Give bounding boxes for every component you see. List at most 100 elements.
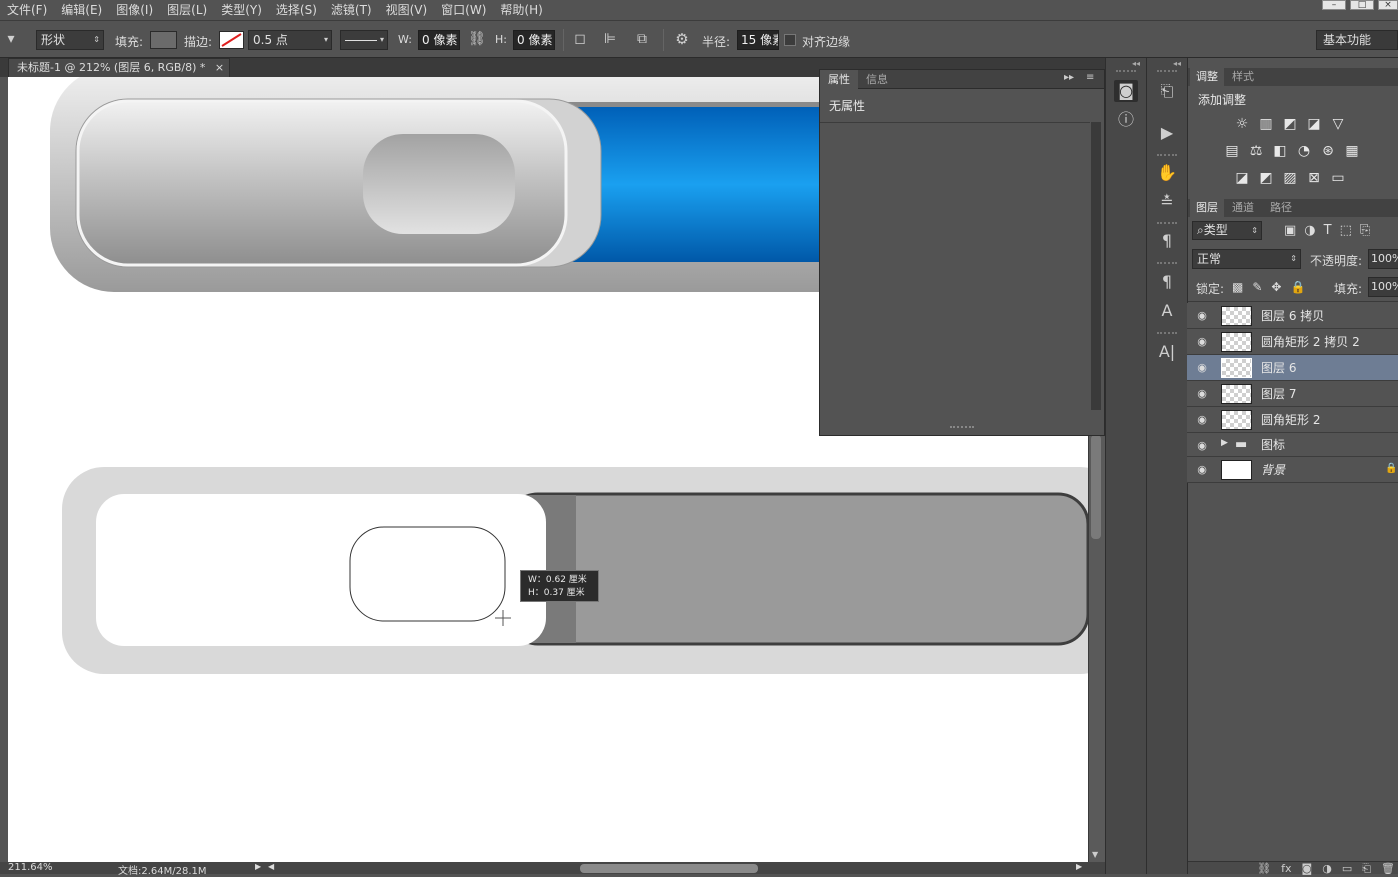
visibility-eye-icon[interactable]: ◉ [1195, 387, 1209, 401]
layer-row-selected[interactable]: ◉ 图层 6 [1187, 355, 1398, 381]
document-tab[interactable]: 未标题-1 @ 212% (图层 6, RGB/8) * × [8, 58, 230, 77]
pixel-filter-icon[interactable]: ▣ [1284, 223, 1296, 238]
layer-filter-select[interactable]: ⌕类型 ⇕ [1192, 221, 1262, 240]
width-input[interactable]: 0 像素 [418, 30, 460, 50]
close-window-button[interactable]: × [1378, 0, 1398, 10]
gradient-map-icon[interactable]: ▭ [1330, 170, 1346, 186]
zoom-level[interactable]: 211.64% [8, 862, 53, 873]
layer-style-icon[interactable]: fx [1281, 862, 1291, 875]
selective-color-icon[interactable]: ⊠ [1306, 170, 1322, 186]
layer-row-background[interactable]: ◉ 背景 🔒 [1187, 457, 1398, 483]
actions-play-icon[interactable]: ▶ [1155, 122, 1179, 144]
menu-image[interactable]: 图像(I) [109, 0, 160, 20]
resize-grip-icon[interactable] [950, 426, 974, 430]
lock-pixels-icon[interactable]: ✎ [1252, 280, 1262, 294]
stroke-type-select[interactable]: ▾ [340, 30, 388, 50]
visibility-eye-icon[interactable]: ◉ [1195, 413, 1209, 427]
fill-swatch[interactable] [150, 31, 177, 49]
new-adjustment-icon[interactable]: ◑ [1322, 862, 1332, 875]
channel-mixer-icon[interactable]: ⊛ [1320, 143, 1336, 159]
close-tab-icon[interactable]: × [215, 61, 224, 74]
posterize-icon[interactable]: ◩ [1258, 170, 1274, 186]
brush-presets-icon[interactable]: ✋ [1155, 162, 1179, 184]
properties-panel-icon[interactable]: ◙ [1114, 80, 1138, 102]
adjustment-filter-icon[interactable]: ◑ [1304, 223, 1315, 238]
new-layer-icon[interactable]: ⎗ [1362, 862, 1371, 875]
lock-all-icon[interactable]: 🔒 [1290, 280, 1305, 294]
black-white-icon[interactable]: ◧ [1272, 143, 1288, 159]
tab-channels[interactable]: 通道 [1226, 199, 1260, 217]
delete-layer-icon[interactable]: 🗑 [1381, 862, 1395, 875]
path-operations-icon[interactable]: ◻ [571, 31, 589, 47]
tab-properties[interactable]: 属性 [820, 70, 858, 89]
levels-icon[interactable]: ▥ [1258, 116, 1274, 132]
menu-edit[interactable]: 编辑(E) [54, 0, 109, 20]
height-input[interactable]: 0 像素 [513, 30, 555, 50]
vertical-scroll-thumb[interactable] [1091, 435, 1101, 539]
layer-row[interactable]: ◉ 圆角矩形 2 [1187, 407, 1398, 433]
gear-icon[interactable]: ⚙ [672, 30, 692, 48]
scroll-down-icon[interactable]: ▼ [1092, 850, 1098, 859]
menu-view[interactable]: 视图(V) [379, 0, 435, 20]
shape-filter-icon[interactable]: ⬚ [1340, 223, 1352, 238]
menu-select[interactable]: 选择(S) [269, 0, 324, 20]
opacity-input[interactable]: 100% [1368, 249, 1398, 269]
dock-grip-icon[interactable] [1157, 332, 1177, 336]
history-icon[interactable]: ⎗ [1155, 80, 1179, 102]
invert-icon[interactable]: ◪ [1234, 170, 1250, 186]
scroll-right-icon[interactable]: ▶ [1076, 862, 1082, 871]
color-lookup-icon[interactable]: ▦ [1344, 143, 1360, 159]
link-layers-icon[interactable]: ⛓ [1257, 862, 1271, 875]
smart-object-filter-icon[interactable]: ⎘ [1360, 223, 1370, 238]
link-icon[interactable]: ⛓ [467, 31, 487, 47]
collapse-dock-icon[interactable]: ◂◂ [1173, 59, 1181, 68]
expand-group-icon[interactable]: ▶ [1221, 438, 1228, 448]
blend-mode-select[interactable]: 正常 ⇕ [1192, 249, 1301, 269]
dock-grip-icon[interactable] [1157, 70, 1177, 74]
add-mask-icon[interactable]: ◙ [1302, 862, 1313, 875]
hue-saturation-icon[interactable]: ▤ [1224, 143, 1240, 159]
character-icon[interactable]: A| [1155, 341, 1179, 363]
photo-filter-icon[interactable]: ◔ [1296, 143, 1312, 159]
new-group-icon[interactable]: ▭ [1342, 862, 1352, 875]
properties-scrollbar[interactable] [1091, 122, 1101, 410]
dock-grip-icon[interactable] [1157, 154, 1177, 158]
tab-info[interactable]: 信息 [858, 70, 896, 89]
color-balance-icon[interactable]: ⚖ [1248, 143, 1264, 159]
visibility-eye-icon[interactable]: ◉ [1195, 439, 1209, 453]
maximize-button[interactable]: □ [1350, 0, 1374, 10]
stroke-width-field[interactable]: 0.5 点 ▾ [248, 30, 332, 50]
visibility-eye-icon[interactable]: ◉ [1195, 335, 1209, 349]
fill-opacity-input[interactable]: 100% [1368, 277, 1398, 297]
path-arrangement-icon[interactable]: ⧉ [632, 31, 652, 47]
menu-filter[interactable]: 滤镜(T) [324, 0, 379, 20]
scroll-left-icon[interactable]: ◀ [268, 862, 274, 871]
collapse-dock-icon[interactable]: ◂◂ [1132, 59, 1140, 68]
horizontal-scroll-thumb[interactable] [580, 864, 758, 873]
threshold-icon[interactable]: ▨ [1282, 170, 1298, 186]
visibility-eye-icon[interactable]: ◉ [1195, 463, 1209, 477]
collapse-panel-icon[interactable]: ▸▸ [1064, 72, 1074, 83]
curves-icon[interactable]: ◩ [1282, 116, 1298, 132]
layer-group-row[interactable]: ◉ ▶ ▬ 图标 [1187, 433, 1398, 457]
layer-row[interactable]: ◉ 圆角矩形 2 拷贝 2 [1187, 329, 1398, 355]
layer-row[interactable]: ◉ 图层 7 [1187, 381, 1398, 407]
stroke-swatch[interactable] [219, 31, 244, 49]
character-styles-icon[interactable]: A [1155, 300, 1179, 322]
visibility-eye-icon[interactable]: ◉ [1195, 361, 1209, 375]
paragraph-icon[interactable]: ¶ [1155, 230, 1179, 252]
exposure-icon[interactable]: ◪ [1306, 116, 1322, 132]
lock-transparency-icon[interactable]: ▩ [1232, 280, 1243, 294]
path-alignment-icon[interactable]: ⊫ [601, 31, 619, 47]
menu-window[interactable]: 窗口(W) [434, 0, 493, 20]
menu-help[interactable]: 帮助(H) [493, 0, 549, 20]
panel-menu-icon[interactable]: ≡ [1086, 72, 1094, 83]
tab-paths[interactable]: 路径 [1264, 199, 1298, 217]
shape-mode-select[interactable]: 形状 ⇕ [36, 30, 104, 50]
menu-type[interactable]: 类型(Y) [214, 0, 269, 20]
brush-icon[interactable]: ≛ [1155, 191, 1179, 213]
minimize-button[interactable]: – [1322, 0, 1346, 10]
layer-row[interactable]: ◉ 图层 6 拷贝 [1187, 303, 1398, 329]
align-edges-checkbox[interactable] [784, 34, 796, 46]
dock-grip-icon[interactable] [1157, 222, 1177, 226]
